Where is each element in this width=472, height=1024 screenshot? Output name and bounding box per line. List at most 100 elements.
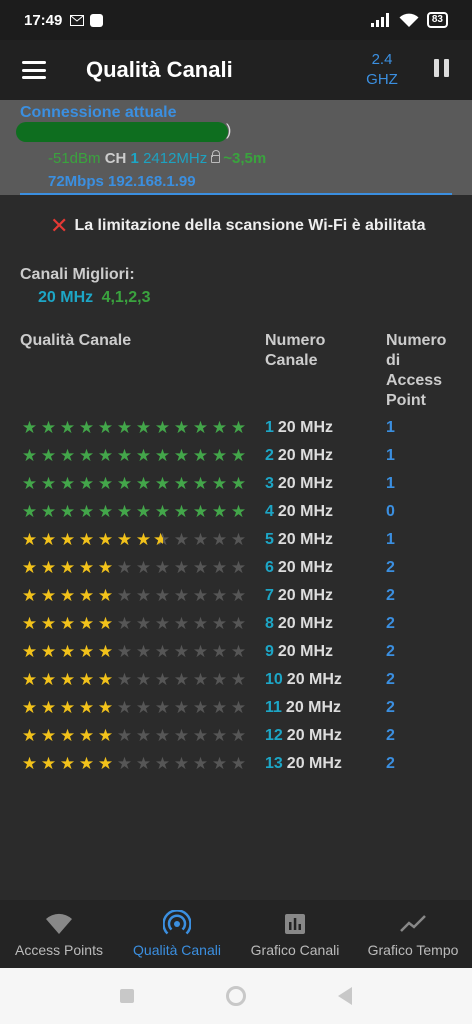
star-icon: ★ [192, 418, 209, 437]
star-icon: ★ [59, 586, 76, 605]
star-icon: ★ [116, 698, 133, 717]
star-icon: ★ [211, 558, 228, 577]
table-row: ★ ★ ★ ★ ★ ★ ★ ★ ★ ★ ★ ★ 3 20 MHz 1 [0, 470, 472, 498]
star-icon: ★ [230, 642, 247, 661]
star-icon: ★ [192, 698, 209, 717]
header-text: Numero [265, 332, 326, 349]
recents-button[interactable] [120, 989, 134, 1003]
star-icon: ★ [40, 558, 57, 577]
star-icon: ★ [59, 698, 76, 717]
channel-number: 9 [265, 643, 274, 660]
nav-channel-graph[interactable]: Grafico Canali [236, 900, 354, 968]
star-icon: ★ [116, 530, 133, 549]
star-icon: ★ [154, 418, 171, 437]
star-icon: ★ [78, 558, 95, 577]
star-icon: ★ [116, 418, 133, 437]
column-header-channel: Numero Canale [265, 331, 355, 371]
star-icon: ★ [21, 502, 38, 521]
access-point-count: 2 [386, 587, 395, 604]
header-text: Canale [265, 352, 318, 369]
star-icon: ★ [230, 502, 247, 521]
star-icon: ★ [59, 754, 76, 773]
star-icon: ★ [230, 586, 247, 605]
star-icon: ★ [59, 614, 76, 633]
star-icon: ★ [135, 698, 152, 717]
star-icon: ★ [59, 642, 76, 661]
star-icon: ★ [97, 446, 114, 465]
band-unit: GHZ [366, 71, 398, 88]
channel-number: 10 [265, 671, 283, 688]
nav-access-points[interactable]: Access Points [0, 900, 118, 968]
star-icon: ★ [59, 474, 76, 493]
bar-chart-icon [285, 914, 305, 934]
nav-label: Grafico Tempo [367, 942, 459, 958]
star-icon: ★ [40, 670, 57, 689]
home-button[interactable] [226, 986, 246, 1006]
star-icon: ★ [192, 474, 209, 493]
column-header-access-points: Numero di Access Point [386, 331, 466, 411]
star-icon: ★ [154, 474, 171, 493]
star-icon: ★ [40, 502, 57, 521]
signal-strength: -51dBm [48, 150, 101, 167]
nav-label: Grafico Canali [250, 942, 340, 958]
star-icon: ★ [21, 642, 38, 661]
channel-width: 20 MHz [277, 503, 334, 520]
channel-number: 12 [265, 727, 283, 744]
star-icon: ★ [211, 586, 228, 605]
star-icon: ★ [211, 446, 228, 465]
star-icon: ★ [135, 754, 152, 773]
access-point-count: 2 [386, 643, 395, 660]
star-icon: ★ [78, 726, 95, 745]
star-icon: ★ [40, 474, 57, 493]
current-connection-panel[interactable]: Connessione attuale ) -51dBm CH 1 2412MH… [0, 100, 472, 195]
battery-icon: 83 [426, 12, 448, 28]
star-icon: ★ [21, 726, 38, 745]
star-icon: ★ [59, 502, 76, 521]
nav-label: Access Points [15, 942, 103, 958]
app-bar: Qualità Canali 2.4 GHZ [0, 40, 472, 100]
star-icon: ★ [116, 474, 133, 493]
star-icon: ★ [78, 530, 95, 549]
star-icon: ★ [40, 642, 57, 661]
star-icon: ★ [78, 754, 95, 773]
best-channels-label: Canali Migliori: [20, 266, 135, 283]
channel-cell: 3 20 MHz [265, 470, 333, 498]
channel-width: 20 MHz [277, 587, 334, 604]
access-point-count: 0 [386, 503, 395, 520]
band-value: 2.4 [371, 51, 393, 68]
hamburger-menu-icon[interactable] [22, 61, 46, 79]
star-icon: ★ [21, 474, 38, 493]
channel-width: 20 MHz [277, 559, 334, 576]
star-icon: ★ [211, 642, 228, 661]
table-row: ★ ★ ★ ★ ★ ★ ★ ★ ★ ★ ★ ★ 12 20 MHz 2 [0, 722, 472, 750]
star-icon: ★ [154, 586, 171, 605]
channel-cell: 9 20 MHz [265, 638, 333, 666]
star-icon: ★ [192, 530, 209, 549]
star-icon: ★ [116, 642, 133, 661]
star-icon: ★ [135, 446, 152, 465]
star-icon: ★ [230, 446, 247, 465]
channel-cell: 13 20 MHz [265, 750, 342, 778]
access-point-count: 1 [386, 531, 395, 548]
table-row: ★ ★ ★ ★ ★ ★ ★ ★ ★ ★ ★ ★ 11 20 MHz 2 [0, 694, 472, 722]
nav-time-graph[interactable]: Grafico Tempo [354, 900, 472, 968]
back-button[interactable] [338, 987, 352, 1005]
channel-number: 11 [265, 699, 282, 716]
star-icon: ★ [192, 614, 209, 633]
bottom-navigation: Access Points Qualità Canali Grafico Can… [0, 900, 472, 968]
star-icon: ★ [97, 698, 114, 717]
star-icon: ★ [21, 670, 38, 689]
page-title: Qualità Canali [86, 57, 233, 82]
best-channels-width: 20 MHz [38, 289, 94, 306]
star-icon: ★ [173, 418, 190, 437]
channel-cell: 1 20 MHz [265, 414, 333, 442]
star-icon: ★ [97, 670, 114, 689]
table-row: ★★★★★★★★★★★★520 MHz1 [0, 526, 472, 554]
table-row: ★ ★ ★ ★ ★ ★ ★ ★ ★ ★ ★ ★ 1 20 MHz 1 [0, 414, 472, 442]
star-icon: ★ [21, 558, 38, 577]
nav-channel-quality[interactable]: Qualità Canali [118, 900, 236, 968]
app-notification-icon [90, 13, 104, 27]
pause-icon[interactable] [434, 59, 452, 79]
star-icon: ★ [135, 586, 152, 605]
band-selector-button[interactable]: 2.4 GHZ [356, 50, 408, 90]
